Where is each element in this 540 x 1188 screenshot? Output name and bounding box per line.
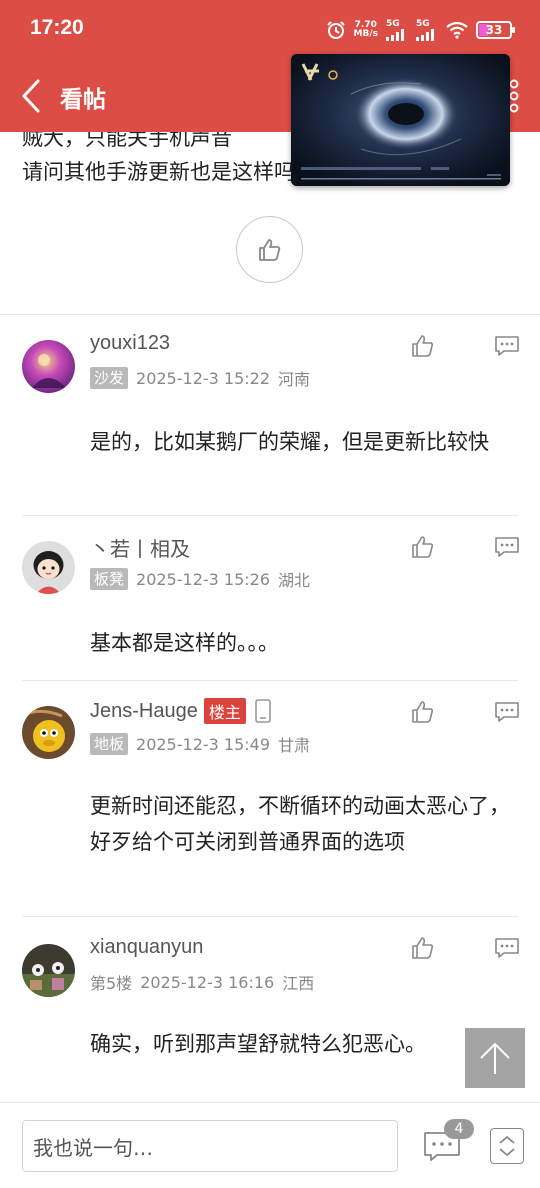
status-icons: 7.70 MB/s 5G 5G 33 bbox=[326, 18, 515, 42]
comment-icon[interactable] bbox=[494, 936, 520, 960]
avatar-image bbox=[22, 340, 75, 393]
divider bbox=[0, 314, 540, 315]
comment-location: 河南 bbox=[278, 370, 311, 389]
avatar[interactable] bbox=[22, 944, 75, 997]
reply-input[interactable]: 我也说一句… bbox=[22, 1120, 398, 1172]
back-button[interactable] bbox=[18, 78, 48, 114]
comment-location: 甘肃 bbox=[278, 736, 311, 755]
comment-location: 江西 bbox=[282, 974, 315, 993]
arrow-up-icon bbox=[480, 1042, 510, 1074]
post-text-line: 贼大，只能关手机声音 bbox=[22, 132, 232, 150]
divider bbox=[22, 515, 518, 516]
avatar-image bbox=[22, 706, 75, 759]
video-frame bbox=[291, 54, 510, 186]
comment-time: 2025-12-3 15:49 bbox=[136, 734, 271, 754]
chevron-up-down-icon bbox=[499, 1135, 515, 1157]
avatar[interactable] bbox=[22, 706, 75, 759]
comment-time: 2025-12-3 15:26 bbox=[136, 569, 271, 589]
comment-icon[interactable] bbox=[494, 700, 520, 724]
floor-badge: 地板 bbox=[90, 733, 129, 755]
page-title: 看帖 bbox=[60, 87, 106, 113]
comment-time: 2025-12-3 16:16 bbox=[140, 972, 275, 992]
comment-meta: 第5楼 2025-12-3 16:16 江西 bbox=[90, 970, 314, 994]
thumbs-up-icon[interactable] bbox=[411, 535, 435, 559]
video-pip-window[interactable] bbox=[291, 54, 510, 186]
comment-author[interactable]: youxi123 bbox=[90, 332, 170, 355]
network-speed: 7.70 MB/s bbox=[353, 20, 378, 39]
reply-placeholder: 我也说一句… bbox=[33, 1135, 153, 1160]
comment-count-badge: 4 bbox=[444, 1119, 474, 1139]
comment-meta: 地板 2025-12-3 15:49 甘肃 bbox=[90, 732, 310, 756]
thumbs-up-icon[interactable] bbox=[411, 334, 435, 358]
comment-body: 基本都是这样的。。。 bbox=[90, 631, 279, 655]
bottom-bar: 我也说一句… 4 bbox=[0, 1102, 540, 1188]
comment-icon[interactable] bbox=[494, 535, 520, 559]
signal-bars-icon bbox=[386, 28, 404, 41]
floor-label: 第5楼 bbox=[90, 974, 133, 993]
comment-body: 更新时间还能忍，不断循环的动画太恶心了，好歹给个可关闭到普通界面的选项 bbox=[90, 794, 510, 854]
thumbs-up-icon bbox=[258, 238, 280, 261]
avatar-image bbox=[22, 944, 75, 997]
avatar-image bbox=[22, 541, 75, 594]
chevron-left-icon bbox=[21, 79, 40, 113]
thumbs-up-icon[interactable] bbox=[411, 700, 435, 724]
clock: 17:20 bbox=[30, 16, 84, 39]
post-text-line: 请问其他手游更新也是这样吗 bbox=[22, 160, 295, 184]
avatar[interactable] bbox=[22, 340, 75, 393]
comment-meta: 沙发 2025-12-3 15:22 河南 bbox=[90, 366, 310, 390]
comment-author[interactable]: 丶若丨相及 bbox=[90, 533, 190, 562]
status-bar: 17:20 7.70 MB/s 5G 5G 33 bbox=[0, 0, 540, 60]
comment-author[interactable]: xianquanyun bbox=[90, 936, 203, 959]
scroll-to-top-button[interactable] bbox=[465, 1028, 525, 1088]
comment-author-row: Jens-Hauge 楼主 bbox=[90, 698, 272, 724]
signal-1: 5G bbox=[386, 19, 408, 41]
divider bbox=[22, 680, 518, 681]
thumbs-up-icon[interactable] bbox=[411, 936, 435, 960]
battery-indicator: 33 bbox=[476, 21, 515, 39]
post-like-button[interactable] bbox=[236, 216, 303, 283]
signal-bars-icon bbox=[416, 28, 434, 41]
mobile-device-icon bbox=[255, 699, 271, 723]
comment-location: 湖北 bbox=[278, 571, 311, 590]
avatar[interactable] bbox=[22, 541, 75, 594]
comment-meta: 板凳 2025-12-3 15:26 湖北 bbox=[90, 567, 310, 591]
wifi-icon bbox=[446, 21, 468, 39]
alarm-icon bbox=[326, 21, 345, 39]
comment-body: 确实，听到那声望舒就特么犯恶心。 bbox=[90, 1032, 426, 1056]
comment-icon[interactable] bbox=[494, 334, 520, 358]
comment-time: 2025-12-3 15:22 bbox=[136, 368, 271, 388]
floor-navigation-button[interactable] bbox=[490, 1128, 524, 1164]
floor-badge: 板凳 bbox=[90, 568, 129, 590]
divider bbox=[22, 916, 518, 917]
host-badge: 楼主 bbox=[203, 698, 246, 724]
comment-author[interactable]: Jens-Hauge bbox=[90, 700, 198, 723]
comment-body: 是的，比如某鹅厂的荣耀，但是更新比较快 bbox=[90, 430, 489, 454]
floor-badge: 沙发 bbox=[90, 367, 129, 389]
signal-2: 5G bbox=[416, 19, 438, 41]
